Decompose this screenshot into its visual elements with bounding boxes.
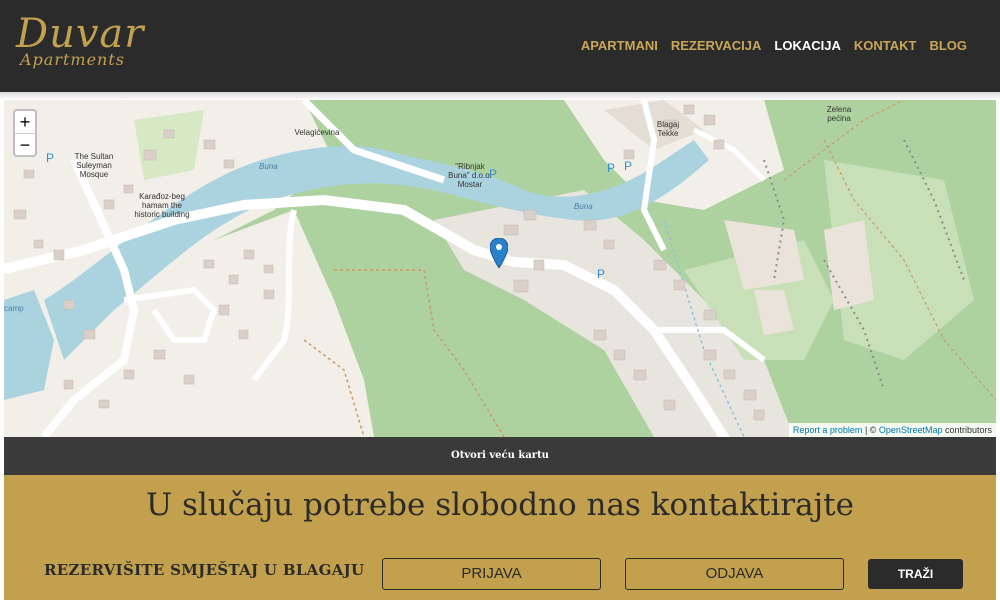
nav-item-rezervacija[interactable]: REZERVACIJA (671, 38, 762, 53)
header-shadow (0, 92, 1000, 100)
site-header: Duvar Apartments APARTMANI REZERVACIJA L… (0, 0, 1000, 92)
parking-icon: P (46, 151, 54, 165)
map-label-mosque: The Sultan Suleyman Mosque (74, 152, 114, 179)
contact-section: U slučaju potrebe slobodno nas kontaktir… (4, 475, 996, 600)
map-label-ribnjak: "Ribnjak Buna" d.o.o. Mostar (448, 162, 492, 189)
map-label-buna: Buna (574, 202, 593, 211)
contact-title: U slučaju potrebe slobodno nas kontaktir… (146, 487, 854, 523)
map-label-camp: camp (4, 304, 24, 313)
nav-item-blog[interactable]: BLOG (929, 38, 967, 53)
open-map-bar: Otvori veću kartu (4, 437, 996, 475)
checkout-field[interactable]: ODJAVA (625, 558, 844, 590)
osm-link[interactable]: OpenStreetMap (879, 425, 943, 435)
nav-item-kontakt[interactable]: KONTAKT (854, 38, 917, 53)
main-nav: APARTMANI REZERVACIJA LOKACIJA KONTAKT B… (581, 38, 967, 53)
zoom-out-button[interactable]: − (15, 133, 35, 155)
parking-icon: P (607, 161, 615, 175)
map-label-buna: Buna (259, 162, 278, 171)
map-zoom-control: + − (13, 109, 37, 157)
checkin-field[interactable]: PRIJAVA (382, 558, 601, 590)
nav-item-lokacija[interactable]: LOKACIJA (774, 38, 840, 53)
map-attribution: Report a problem | © OpenStreetMap contr… (788, 423, 996, 437)
map-label-velagicevina: Velagićevina (294, 128, 340, 137)
map-label-zelena-pecina: Zelena pećina (826, 105, 852, 123)
map-label-hamam: Karađoz-beg hamam the historic building (134, 192, 190, 219)
reserve-label: REZERVIŠITE SMJEŠTAJ U BLAGAJU (44, 561, 365, 579)
search-button[interactable]: TRAŽI (868, 559, 963, 589)
attribution-contributors: contributors (942, 425, 992, 435)
brand-logo[interactable]: Duvar Apartments (16, 12, 144, 68)
nav-item-apartmani[interactable]: APARTMANI (581, 38, 658, 53)
map-label-blagaj-tekke: Blagaj Tekke (656, 120, 680, 138)
report-problem-link[interactable]: Report a problem (793, 425, 863, 435)
parking-icon: P (597, 267, 605, 281)
zoom-in-button[interactable]: + (15, 111, 35, 133)
attribution-separator: | © (862, 425, 879, 435)
parking-icon: P (624, 159, 632, 173)
location-map[interactable]: P P P P P The Sultan Suleyman Mosque Vel… (4, 100, 996, 437)
open-map-link[interactable]: Otvori veću kartu (451, 450, 549, 461)
map-tiles: P P P P P (4, 100, 996, 437)
